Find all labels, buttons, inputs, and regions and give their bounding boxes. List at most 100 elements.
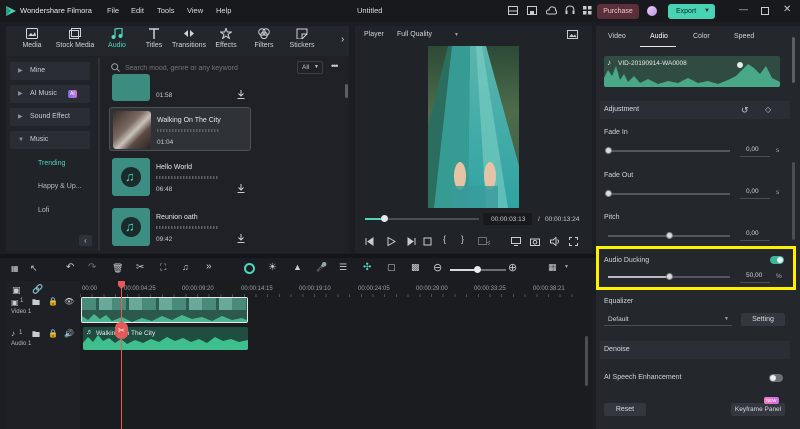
panel-scrollbar-lower[interactable] (792, 162, 795, 240)
tab-audio[interactable]: Audio (97, 28, 137, 49)
camera-icon[interactable] (530, 237, 540, 246)
sun-icon[interactable]: ☀ (268, 262, 277, 273)
audio-clip[interactable]: ♬ Walking On The City (83, 327, 248, 350)
pitch-value[interactable]: 0,00 (740, 230, 770, 241)
download-icon[interactable] (237, 184, 245, 193)
display-icon[interactable] (511, 236, 521, 246)
avatar[interactable] (647, 6, 657, 16)
eye-icon[interactable]: 👁 (64, 297, 74, 306)
chevron-right-icon[interactable]: › (341, 34, 344, 45)
stop-icon[interactable] (423, 237, 432, 246)
library-scrollbar[interactable] (345, 84, 348, 98)
more-tools-icon[interactable]: » (206, 261, 212, 272)
minimize-icon[interactable]: — (739, 4, 748, 14)
pitch-handle[interactable] (665, 232, 673, 239)
ai-audio-icon[interactable]: ☰ (339, 262, 347, 273)
save-icon[interactable] (527, 6, 537, 15)
menu-help[interactable]: Help (216, 6, 231, 15)
mark-in-icon[interactable]: { (443, 234, 446, 244)
layout-grid-icon[interactable]: ▦ (11, 264, 19, 273)
tab-titles[interactable]: Titles (134, 28, 174, 49)
layout-icon[interactable] (508, 6, 518, 15)
render-preview-icon[interactable] (478, 236, 491, 246)
maximize-icon[interactable] (761, 7, 769, 15)
tab-color[interactable]: Color (693, 33, 710, 40)
fit-icon[interactable]: ▩ (411, 262, 420, 273)
player-progress-handle[interactable] (380, 215, 388, 222)
purchase-button[interactable]: Purchase (597, 4, 639, 19)
delete-icon[interactable]: 🗑 (112, 263, 123, 274)
tab-stickers[interactable]: Stickers (282, 28, 322, 49)
tab-media[interactable]: Media (12, 28, 52, 49)
audio-ducking-value[interactable]: 50,00 (740, 272, 770, 283)
sidebar-item-ai-music[interactable]: ▶ AI Music AI (10, 85, 90, 103)
fade-out-handle[interactable] (604, 190, 612, 197)
link-icon[interactable]: 🔗 (32, 284, 43, 295)
fade-in-slider[interactable] (608, 150, 730, 152)
tab-audio-properties[interactable]: Audio (650, 33, 668, 40)
sidebar-sub-happy[interactable]: Happy & Up... (38, 183, 82, 190)
audio-ducking-toggle[interactable] (770, 256, 784, 264)
menu-edit[interactable]: Edit (131, 6, 144, 15)
folder-icon[interactable]: 🖿 (32, 329, 40, 343)
render-icon[interactable]: ▢ (387, 262, 396, 273)
step-forward-icon[interactable] (407, 236, 416, 246)
tab-transitions[interactable]: Transitions (169, 28, 209, 49)
menu-tools[interactable]: Tools (157, 6, 175, 15)
fade-out-slider[interactable] (608, 193, 730, 195)
sidebar-item-sound-effect[interactable]: ▶ Sound Effect (10, 108, 90, 126)
sidebar-sub-lofi[interactable]: Lofi (38, 207, 49, 214)
track-card-selected[interactable]: Walking On The City 01:04 (109, 107, 251, 151)
split-marker-icon[interactable]: ✂ (115, 322, 128, 339)
volume-icon[interactable] (550, 236, 560, 246)
marker-icon[interactable]: ▲ (293, 262, 302, 272)
chevron-down-icon[interactable]: ▼ (564, 264, 569, 270)
equalizer-setting-button[interactable]: Setting (741, 313, 785, 326)
play-icon[interactable] (387, 236, 396, 246)
add-track-icon[interactable]: ▣ (12, 285, 21, 296)
headset-icon[interactable] (565, 5, 575, 15)
menu-view[interactable]: View (187, 6, 203, 15)
tab-video[interactable]: Video (608, 33, 626, 40)
download-icon[interactable] (237, 90, 245, 99)
split-scissors-icon[interactable]: ✂ (136, 262, 144, 273)
cloud-upload-icon[interactable] (546, 6, 557, 15)
panel-scrollbar[interactable] (792, 37, 795, 83)
select-tool-icon[interactable]: ↖ (30, 263, 38, 274)
zoom-in-icon[interactable]: ⊕ (508, 261, 517, 274)
zoom-out-icon[interactable]: ⊖ (433, 261, 442, 274)
video-clip[interactable] (81, 297, 248, 323)
crop-icon[interactable]: ⛶ (160, 262, 166, 273)
sidebar-item-mine[interactable]: ▶ Mine (10, 62, 90, 80)
export-button[interactable]: Export ▼ (668, 4, 715, 19)
keyframe-panel-button[interactable]: Keyframe Panel (731, 403, 785, 416)
step-back-icon[interactable] (365, 236, 374, 246)
microphone-icon[interactable]: 🎤 (316, 262, 327, 273)
fade-in-value[interactable]: 0,00 (740, 146, 770, 157)
fade-in-handle[interactable] (604, 147, 612, 154)
undo-icon[interactable]: ↶ (66, 262, 74, 273)
tab-speed[interactable]: Speed (734, 33, 754, 40)
audio-edit-icon[interactable]: ♫ (182, 262, 189, 272)
timeline-grid-icon[interactable]: ▦ (548, 262, 557, 273)
tab-filters[interactable]: Filters (244, 28, 284, 49)
download-icon[interactable] (237, 234, 245, 243)
reset-button[interactable]: Reset (604, 403, 646, 416)
fullscreen-icon[interactable] (569, 236, 578, 246)
collapse-sidebar-button[interactable]: ‹ (79, 235, 92, 246)
track-card[interactable]: ♫ Hello World 06:48 (109, 155, 251, 199)
clip-volume-handle[interactable] (737, 62, 743, 68)
sidebar-item-music[interactable]: ▼ Music (10, 131, 90, 149)
grid-icon[interactable] (583, 6, 592, 15)
motion-track-icon[interactable]: ✣ (363, 262, 371, 273)
lock-icon[interactable]: 🔒 (48, 329, 58, 338)
tab-effects[interactable]: Effects (206, 28, 246, 49)
snap-icon[interactable] (244, 263, 255, 274)
lock-icon[interactable]: 🔒 (48, 297, 58, 306)
track-card[interactable]: 01:58 (109, 74, 251, 104)
equalizer-dropdown[interactable]: Default ▼ (604, 313, 732, 326)
search-input[interactable] (125, 64, 295, 73)
snapshot-icon[interactable] (567, 30, 578, 39)
mark-out-icon[interactable]: } (461, 234, 464, 244)
track-card[interactable]: ♫ Reunion oath 09:42 (109, 205, 251, 250)
